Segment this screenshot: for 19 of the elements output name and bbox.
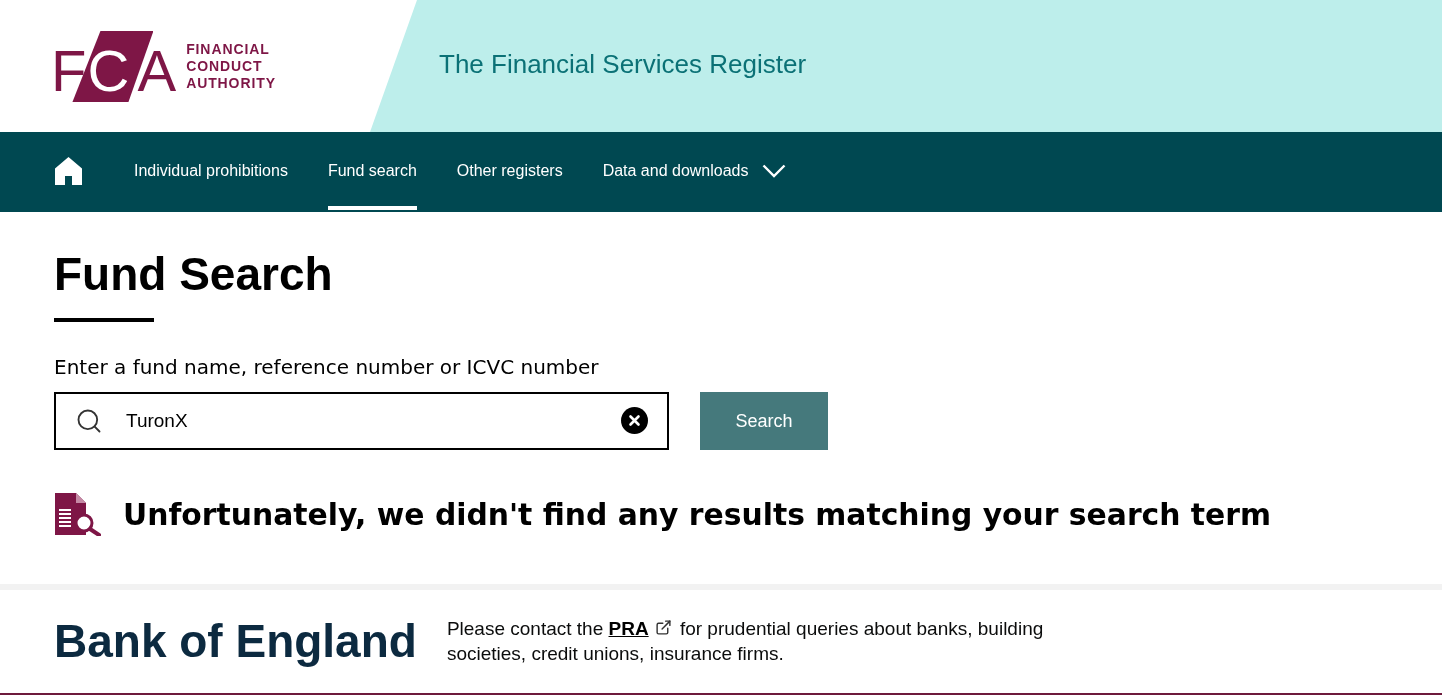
search-icon xyxy=(75,407,103,435)
search-button[interactable]: Search xyxy=(700,392,828,450)
pra-link[interactable]: PRA xyxy=(608,617,649,639)
logo-wordmark: FINANCIAL CONDUCT AUTHORITY xyxy=(186,41,276,92)
nav-tab[interactable]: Fund search xyxy=(327,132,417,210)
clear-icon[interactable] xyxy=(621,407,648,434)
external-link-icon xyxy=(654,619,672,637)
page-heading: Fund Search xyxy=(54,251,333,297)
nav-tab[interactable]: Individual prohibitions xyxy=(134,132,288,210)
home-icon[interactable] xyxy=(55,157,82,185)
nav-tab[interactable]: Data and downloads xyxy=(602,132,786,210)
search-label: Enter a fund name, reference number or ICVC number xyxy=(54,356,599,379)
search-field[interactable]: TuronX xyxy=(54,392,669,450)
contact-notice: Please contact the PRA for prudential queries about banks, building societies, credit unions, insurance firms. xyxy=(446,616,1045,666)
site-title: The Financial Services Register xyxy=(439,47,807,81)
document-magnifier-icon xyxy=(54,493,101,536)
nav-tab[interactable]: Other registers xyxy=(456,132,563,210)
no-results-message: Unfortunately, we didn't find any results matching your search term xyxy=(123,497,1272,532)
chevron-down-icon xyxy=(761,164,786,178)
